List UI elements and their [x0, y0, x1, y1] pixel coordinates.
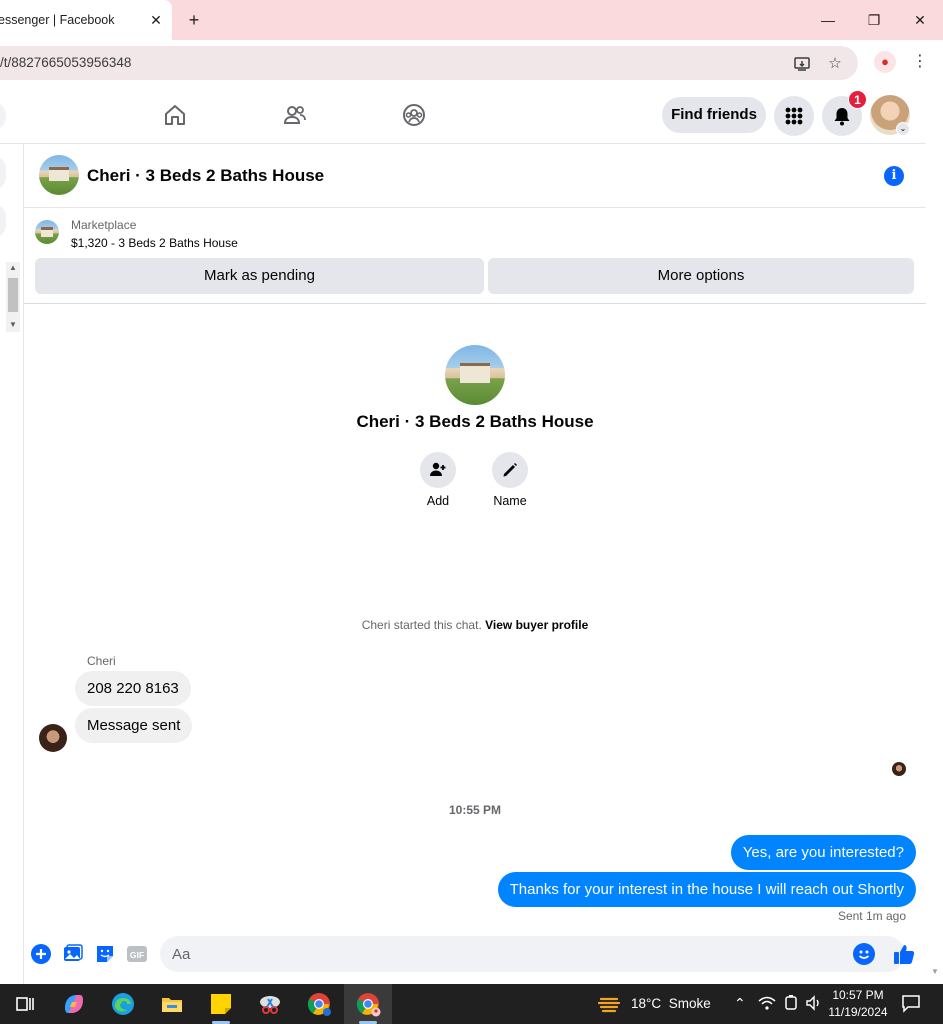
temperature: 18°C — [631, 996, 662, 1011]
file-explorer-icon[interactable] — [158, 990, 186, 1018]
weather-condition: Smoke — [668, 996, 711, 1011]
search-pill[interactable] — [0, 102, 6, 130]
tab-close-icon[interactable]: ✕ — [148, 12, 164, 28]
info-icon[interactable]: i — [884, 166, 904, 186]
thumbs-up-icon[interactable] — [892, 942, 916, 966]
name-action[interactable]: Name — [480, 452, 540, 508]
sticky-notes-icon[interactable] — [207, 990, 235, 1018]
close-window-icon[interactable]: ✕ — [910, 10, 930, 30]
emoji-icon[interactable] — [853, 943, 875, 965]
battery-icon[interactable] — [780, 992, 802, 1014]
chat-list-item[interactable] — [0, 156, 6, 190]
find-friends-button[interactable]: Find friends — [662, 97, 766, 133]
facebook-header: Find friends 1 ⌄ — [0, 86, 943, 144]
notification-center-icon[interactable] — [900, 992, 922, 1014]
outgoing-message[interactable]: Yes, are you interested? — [730, 835, 916, 870]
add-label: Add — [426, 494, 450, 508]
chat-header: Cheri · 3 Beds 2 Baths House i — [24, 144, 926, 208]
browser-tab[interactable]: essenger | Facebook ✕ — [0, 0, 172, 40]
sent-status: Sent 1m ago — [837, 909, 906, 923]
bell-icon — [834, 108, 850, 126]
system-clock[interactable]: 10:57 PM 11/19/2024 — [828, 988, 888, 1019]
home-icon[interactable] — [162, 102, 188, 128]
grid-icon — [785, 107, 803, 125]
wifi-icon[interactable] — [756, 992, 778, 1014]
chat-title[interactable]: Cheri · 3 Beds 2 Baths House — [87, 166, 324, 186]
mark-as-pending-button[interactable]: Mark as pending — [35, 258, 484, 294]
chrome-profile-icon[interactable] — [354, 990, 382, 1018]
conversation-avatar — [445, 345, 505, 405]
add-action[interactable]: Add — [408, 452, 468, 508]
more-options-button[interactable]: More options — [488, 258, 914, 294]
install-app-icon[interactable] — [793, 55, 811, 73]
gif-icon[interactable]: GIF — [126, 943, 148, 965]
scroll-down-icon[interactable]: ▼ — [9, 320, 17, 329]
notification-badge: 1 — [848, 90, 867, 109]
message-timestamp: 10:55 PM — [448, 803, 502, 817]
incoming-message[interactable]: 208 220 8163 — [75, 671, 191, 706]
bookmark-star-icon[interactable]: ☆ — [826, 55, 844, 73]
address-bar[interactable]: /t/8827665053956348 ☆ — [0, 46, 858, 80]
scroll-up-icon[interactable]: ▲ — [9, 263, 17, 272]
windows-taskbar: 18°C Smoke ⌃ 10:57 PM 11/19/2024 — [0, 984, 943, 1024]
browser-tab-bar: essenger | Facebook ✕ + — ❐ ✕ — [0, 0, 943, 40]
message-input[interactable] — [160, 936, 905, 972]
new-tab-icon[interactable]: + — [184, 10, 204, 30]
menu-grid-button[interactable] — [774, 96, 814, 136]
pencil-icon[interactable] — [492, 452, 528, 488]
marketplace-banner: Marketplace $1,320 - 3 Beds 2 Baths Hous… — [24, 208, 926, 304]
add-person-icon[interactable] — [420, 452, 456, 488]
tab-title: essenger | Facebook — [0, 13, 115, 27]
sticker-icon[interactable] — [94, 943, 116, 965]
sender-avatar[interactable] — [39, 724, 67, 752]
copilot-icon[interactable] — [60, 990, 88, 1018]
page-scrollbar[interactable]: ▼ — [926, 86, 943, 984]
groups-icon[interactable] — [401, 102, 427, 128]
friends-icon[interactable] — [282, 102, 308, 128]
photo-icon[interactable] — [62, 943, 84, 965]
browser-profile-icon[interactable]: ● — [874, 51, 896, 73]
incoming-message[interactable]: Message sent — [75, 708, 193, 743]
plus-icon[interactable] — [30, 943, 52, 965]
weather-icon[interactable] — [597, 990, 625, 1018]
outgoing-message[interactable]: Thanks for your interest in the house I … — [497, 872, 916, 907]
chat-list-edge: ▲ ▼ — [0, 144, 24, 984]
minimize-icon[interactable]: — — [818, 10, 838, 30]
listing-thumbnail[interactable] — [35, 220, 59, 244]
browser-menu-icon[interactable]: ⋮ — [912, 52, 928, 72]
browser-toolbar: /t/8827665053956348 ☆ ● ⋮ — [0, 40, 943, 86]
chrome-icon[interactable] — [305, 990, 333, 1018]
scroll-down-icon[interactable]: ▼ — [931, 967, 939, 976]
sender-name: Cheri — [87, 654, 116, 668]
scroll-thumb[interactable] — [8, 278, 18, 312]
chat-list-item[interactable] — [0, 204, 6, 238]
seen-receipt-avatar — [892, 762, 906, 776]
view-buyer-profile-link[interactable]: View buyer profile — [485, 618, 588, 632]
url-text: /t/8827665053956348 — [0, 55, 132, 70]
message-composer: GIF — [24, 932, 926, 978]
clock-date: 11/19/2024 — [828, 1005, 888, 1019]
task-view-icon[interactable] — [11, 990, 39, 1018]
chat-started-notice: Cheri started this chat. View buyer prof… — [24, 618, 926, 632]
name-label: Name — [493, 494, 527, 508]
edge-icon[interactable] — [109, 990, 137, 1018]
clock-time: 10:57 PM — [832, 988, 884, 1002]
volume-icon[interactable] — [803, 992, 825, 1014]
weather-widget[interactable]: 18°C Smoke — [631, 996, 711, 1011]
chevron-down-icon[interactable]: ⌄ — [896, 122, 910, 136]
listing-avatar[interactable] — [39, 155, 79, 195]
listing-price-title[interactable]: $1,320 - 3 Beds 2 Baths House — [71, 236, 238, 250]
restore-icon[interactable]: ❐ — [864, 10, 884, 30]
conversation-name: Cheri · 3 Beds 2 Baths House — [356, 412, 594, 431]
snipping-tool-icon[interactable] — [256, 990, 284, 1018]
chevron-up-icon[interactable]: ⌃ — [734, 995, 746, 1012]
marketplace-label: Marketplace — [71, 218, 137, 232]
chat-list-scrollbar[interactable]: ▲ ▼ — [6, 262, 20, 332]
svg-text:GIF: GIF — [130, 950, 144, 960]
started-text: Cheri started this chat. — [361, 618, 482, 632]
